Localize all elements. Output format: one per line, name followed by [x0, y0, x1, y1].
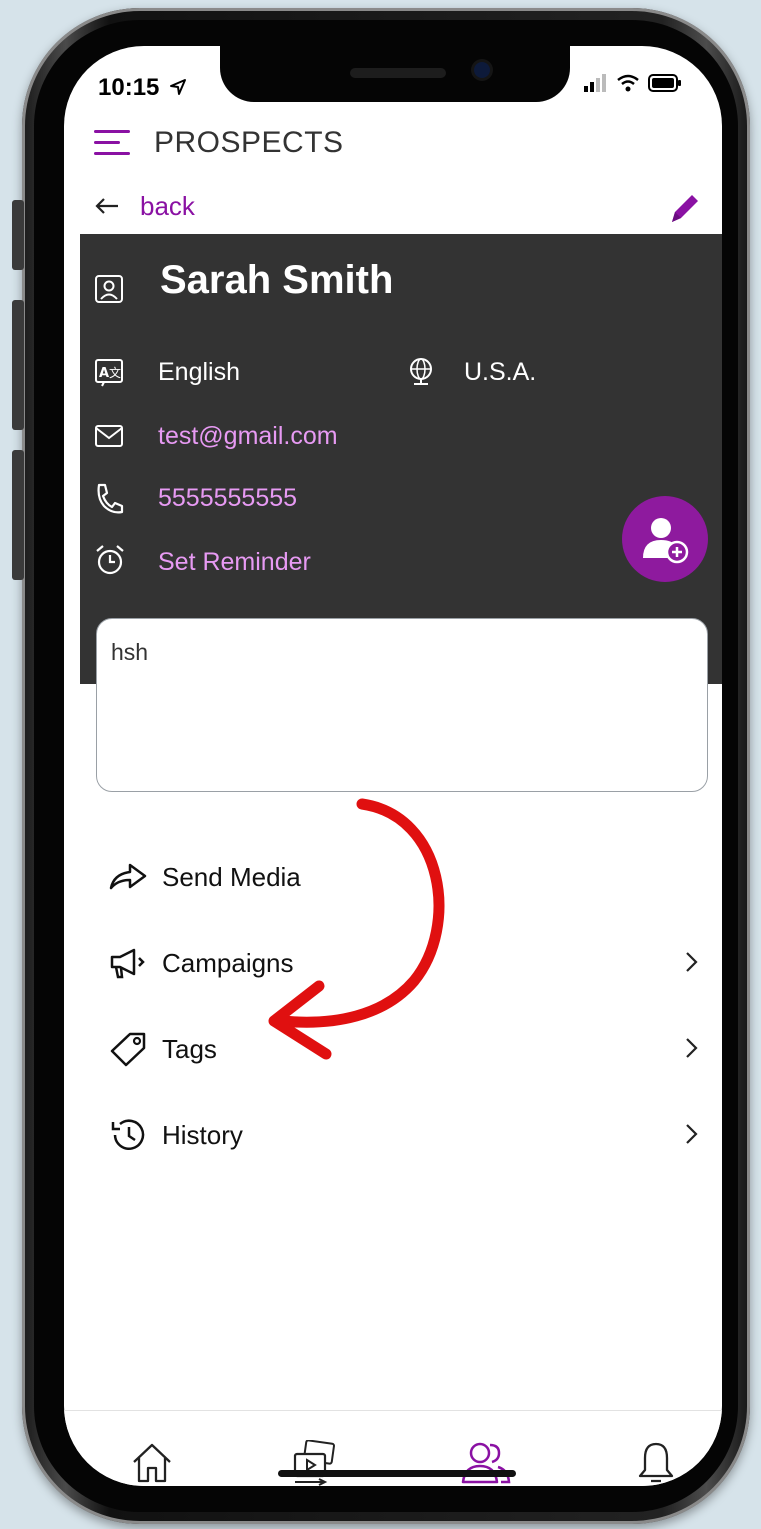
- home-indicator: [278, 1470, 516, 1477]
- nav-home[interactable]: [122, 1433, 182, 1486]
- bell-icon: [638, 1442, 674, 1483]
- volume-down-button: [12, 450, 24, 580]
- phone-screen: 10:15 PROSPECTS back Sarah Smith A 文 Eng…: [64, 46, 722, 1486]
- people-icon: [461, 1442, 511, 1484]
- nav-prospects[interactable]: [456, 1433, 516, 1486]
- media-gallery-icon: [293, 1440, 335, 1486]
- annotation-arrow: [268, 798, 445, 1060]
- nav-notifications[interactable]: [626, 1433, 686, 1486]
- home-icon: [133, 1443, 171, 1483]
- nav-media[interactable]: [284, 1433, 344, 1486]
- volume-up-button: [12, 300, 24, 430]
- silent-switch: [12, 200, 24, 270]
